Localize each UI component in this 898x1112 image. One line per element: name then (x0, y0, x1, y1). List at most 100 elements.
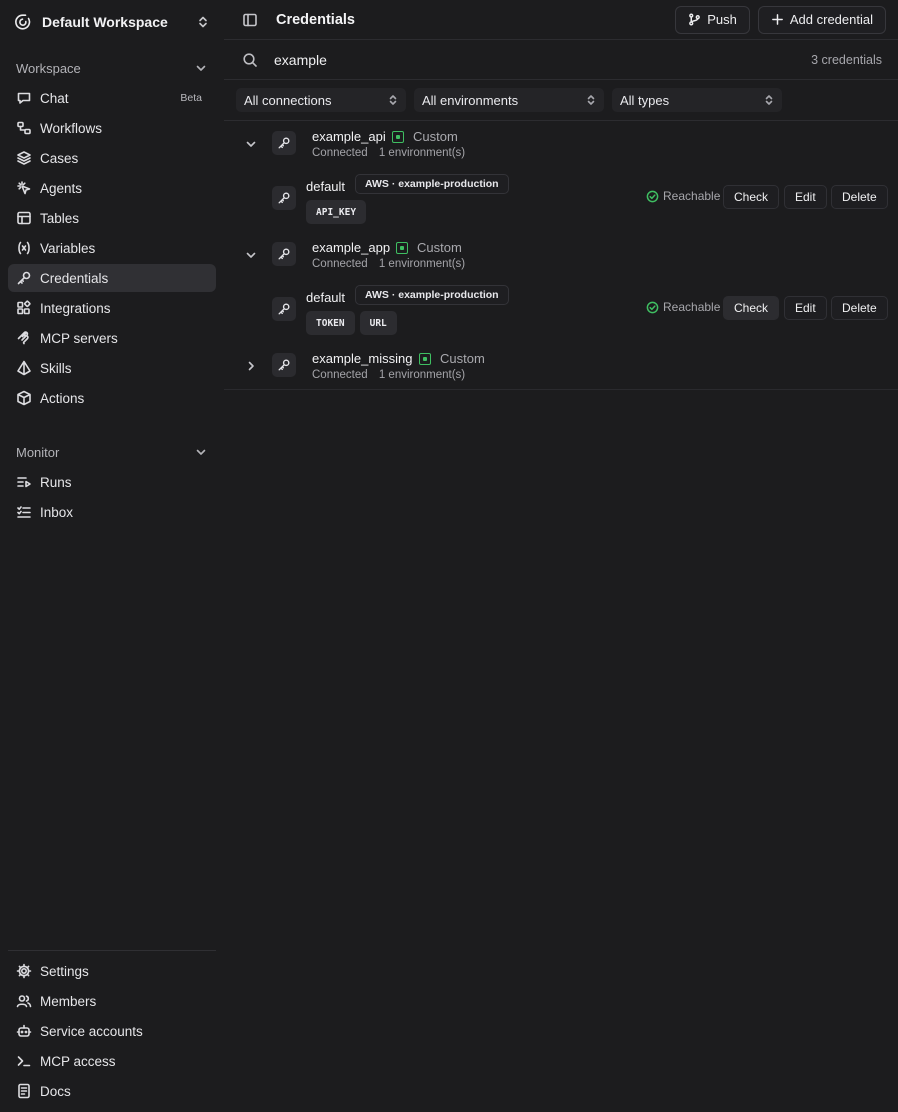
chevron-up-down-icon (199, 16, 207, 28)
push-label: Push (707, 12, 737, 27)
sidebar-item-label: Runs (40, 474, 72, 490)
chevron-down-icon[interactable] (244, 137, 258, 151)
sidebar-item-skills[interactable]: Skills (8, 354, 216, 382)
sidebar-item-runs[interactable]: Runs (8, 468, 216, 496)
workspace-section-header[interactable]: Workspace (8, 56, 216, 80)
integrations-icon (17, 300, 31, 315)
monitor-nav: Runs Inbox (8, 468, 216, 528)
secret-key-chip: URL (359, 311, 397, 335)
environment-row: default AWS · example-production TOKEN U… (224, 281, 898, 341)
check-button[interactable]: Check (723, 296, 780, 320)
chevron-down-icon (196, 449, 206, 455)
workspace-switcher[interactable]: Default Workspace (8, 6, 216, 38)
credential-type: Custom (396, 240, 462, 255)
bottom-nav: Settings Members Service accounts MCP ac… (8, 957, 216, 1107)
environments-filter[interactable]: All environments (414, 88, 604, 112)
sidebar-item-credentials[interactable]: Credentials (8, 264, 216, 292)
workflows-icon (17, 121, 31, 135)
search-bar: 3 credentials (224, 40, 898, 80)
sidebar-item-label: Skills (40, 360, 72, 376)
credential-row[interactable]: example_app Custom Connected 1 environme… (224, 233, 898, 277)
check-button[interactable]: Check (723, 185, 780, 209)
chevron-down-icon[interactable] (244, 248, 258, 262)
key-icon (278, 192, 290, 204)
sidebar-item-label: MCP servers (40, 330, 118, 346)
delete-button[interactable]: Delete (831, 296, 888, 320)
sidebar-item-workflows[interactable]: Workflows (8, 114, 216, 142)
sidebar: Default Workspace Workspace Chat Beta Wo… (0, 0, 224, 1112)
sidebar-item-mcp-access[interactable]: MCP access (8, 1047, 216, 1075)
agents-icon (17, 181, 31, 195)
sidebar-item-chat[interactable]: Chat Beta (8, 84, 216, 112)
environment-key-icon-box (272, 186, 296, 210)
sidebar-item-variables[interactable]: Variables (8, 234, 216, 262)
edit-button[interactable]: Edit (784, 296, 827, 320)
add-credential-button[interactable]: Add credential (757, 5, 886, 34)
workspace-name: Default Workspace (42, 14, 168, 30)
credential-key-icon-box (272, 242, 296, 266)
list-divider (224, 389, 898, 390)
credential-type-label: Custom (417, 240, 462, 255)
sidebar-item-docs[interactable]: Docs (8, 1077, 216, 1105)
sidebar-item-agents[interactable]: Agents (8, 174, 216, 202)
connections-filter-value: All connections (244, 92, 332, 108)
sidebar-item-actions[interactable]: Actions (8, 384, 216, 412)
sidebar-item-label: Chat (40, 90, 69, 106)
credential-row[interactable]: example_api Custom Connected 1 environme… (224, 122, 898, 166)
sidebar-item-service-accounts[interactable]: Service accounts (8, 1017, 216, 1045)
workspace-logo-icon (15, 14, 31, 30)
credential-name: example_app (312, 240, 391, 255)
secret-key-chip: API_KEY (306, 200, 367, 224)
sidebar-item-cases[interactable]: Cases (8, 144, 216, 172)
cases-icon (17, 151, 31, 165)
sidebar-divider (8, 950, 216, 951)
settings-icon (16, 963, 32, 979)
environment-name: default (306, 290, 346, 305)
monitor-section-header[interactable]: Monitor (8, 440, 216, 464)
credential-type: Custom (392, 129, 458, 144)
credential-row[interactable]: example_missing Custom Connected 1 envir… (224, 344, 898, 388)
chevron-right-icon[interactable] (244, 359, 258, 373)
credential-meta: Connected 1 environment(s) (312, 147, 465, 159)
credential-key-icon-box (272, 353, 296, 377)
edit-button[interactable]: Edit (784, 185, 827, 209)
chevron-up-down-icon (587, 95, 595, 105)
page-title: Credentials (276, 11, 355, 28)
key-icon (278, 303, 290, 315)
workspace-section-label: Workspace (16, 60, 81, 76)
sidebar-item-integrations[interactable]: Integrations (8, 294, 216, 322)
monitor-section-label: Monitor (16, 444, 60, 460)
sidebar-item-mcp-servers[interactable]: MCP servers (8, 324, 216, 352)
connections-filter[interactable]: All connections (236, 88, 406, 112)
sidebar-item-label: Docs (40, 1083, 71, 1099)
filter-bar: All connections All environments All typ… (224, 80, 898, 121)
sidebar-item-label: Credentials (40, 270, 109, 286)
key-icon (278, 359, 290, 371)
delete-button[interactable]: Delete (831, 185, 888, 209)
sidebar-item-members[interactable]: Members (8, 987, 216, 1015)
sidebar-item-settings[interactable]: Settings (8, 957, 216, 985)
custom-type-icon (419, 352, 431, 365)
sidebar-item-inbox[interactable]: Inbox (8, 498, 216, 526)
credential-count: 3 credentials (811, 52, 882, 67)
sidebar-toggle-icon[interactable] (242, 12, 258, 28)
workspace-nav: Chat Beta Workflows Cases Agents Tables … (8, 84, 216, 414)
environment-row: default AWS · example-production API_KEY… (224, 170, 898, 230)
sidebar-item-label: Agents (40, 180, 83, 196)
credential-type-label: Custom (440, 351, 485, 366)
runs-icon (17, 477, 31, 488)
tables-icon (17, 211, 31, 225)
service-accounts-icon (16, 1024, 32, 1037)
push-button[interactable]: Push (675, 5, 750, 34)
environment-name: default (306, 179, 346, 194)
search-input[interactable] (274, 51, 812, 68)
types-filter-value: All types (620, 92, 670, 108)
credential-env-count: 1 environment(s) (378, 369, 466, 381)
sidebar-item-tables[interactable]: Tables (8, 204, 216, 232)
types-filter[interactable]: All types (612, 88, 782, 112)
main-content: Credentials Push Add credential 3 creden… (224, 0, 898, 1112)
sidebar-item-label: MCP access (40, 1053, 116, 1069)
sidebar-item-label: Variables (40, 240, 96, 256)
git-branch-icon (689, 13, 701, 26)
chevron-up-down-icon (765, 95, 773, 105)
